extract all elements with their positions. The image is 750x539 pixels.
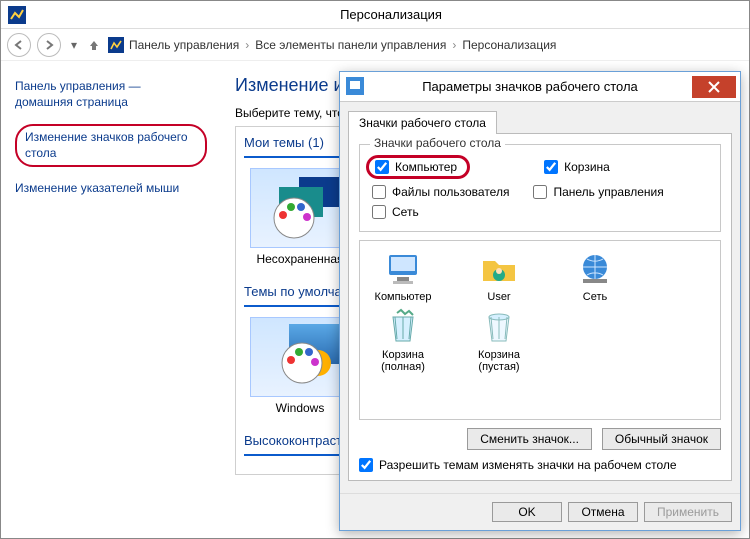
cancel-button[interactable]: Отмена — [568, 502, 638, 522]
icon-recycle-empty[interactable]: Корзина (пустая) — [464, 307, 534, 373]
ok-button[interactable]: OK — [492, 502, 562, 522]
theme-label: Windows — [250, 401, 350, 415]
dialog-title: Параметры значков рабочего стола — [372, 79, 688, 94]
icon-button-row: Сменить значок... Обычный значок — [359, 428, 721, 450]
chevron-right-icon: › — [245, 38, 249, 52]
palette-icon — [271, 195, 317, 241]
icon-well[interactable]: Компьютер User Сеть Корзина (полная) Кор… — [359, 240, 721, 420]
theme-unsaved[interactable]: Несохраненная — [250, 168, 350, 266]
button-default-icon[interactable]: Обычный значок — [602, 428, 721, 450]
globe-icon — [575, 249, 615, 289]
breadcrumb: Панель управления › Все элементы панели … — [107, 36, 556, 54]
highlight-computer: Компьютер — [366, 155, 470, 179]
sidebar-pointers-link[interactable]: Изменение указателей мыши — [15, 181, 207, 197]
checkbox-allow-themes[interactable]: Разрешить темам изменять значки на рабоч… — [359, 458, 721, 472]
group-desktop-icons: Значки рабочего стола Компьютер Корзина — [359, 144, 721, 232]
sidebar-desktop-icons-link[interactable]: Изменение значков рабочего стола — [15, 124, 207, 167]
computer-icon — [383, 249, 423, 289]
window-title: Персонализация — [33, 7, 749, 22]
apply-button[interactable]: Применить — [644, 502, 732, 522]
app-icon — [7, 5, 27, 25]
up-button[interactable] — [87, 33, 101, 57]
close-button[interactable] — [692, 76, 736, 98]
breadcrumb-leaf[interactable]: Персонализация — [462, 38, 556, 52]
checkbox-userfiles[interactable]: Файлы пользователя — [372, 185, 509, 199]
folder-icon — [479, 249, 519, 289]
history-dropdown[interactable]: ▾ — [67, 33, 81, 57]
checkbox-computer[interactable]: Компьютер — [375, 160, 457, 174]
sidebar: Панель управления — домашняя страница Из… — [1, 61, 221, 538]
icon-computer[interactable]: Компьютер — [368, 249, 438, 303]
checkbox-control-panel[interactable]: Панель управления — [533, 185, 663, 199]
window-titlebar: Персонализация — [1, 1, 749, 29]
nav-bar: ▾ Панель управления › Все элементы панел… — [1, 29, 749, 61]
close-icon — [708, 81, 720, 93]
icon-user[interactable]: User — [464, 249, 534, 303]
panel-icon — [107, 36, 125, 54]
bin-full-icon — [383, 307, 423, 347]
tab-strip: Значки рабочего стола — [348, 110, 732, 133]
breadcrumb-mid[interactable]: Все элементы панели управления — [255, 38, 446, 52]
desktop-icons-dialog: Параметры значков рабочего стола Значки … — [339, 71, 741, 531]
dialog-icon — [346, 77, 366, 97]
dialog-titlebar: Параметры значков рабочего стола — [340, 72, 740, 102]
icon-recycle-full[interactable]: Корзина (полная) — [368, 307, 438, 373]
back-button[interactable] — [7, 33, 31, 57]
tab-panel: Значки рабочего стола Компьютер Корзина — [348, 133, 732, 481]
breadcrumb-label: Панель управления — [129, 38, 239, 52]
checkbox-recycle[interactable]: Корзина — [544, 155, 610, 179]
icon-network[interactable]: Сеть — [560, 249, 630, 303]
theme-windows[interactable]: Windows — [250, 317, 350, 415]
breadcrumb-root[interactable]: Панель управления — [107, 36, 239, 54]
theme-label: Несохраненная — [250, 252, 350, 266]
dialog-body: Значки рабочего стола Значки рабочего ст… — [340, 102, 740, 493]
checkbox-network[interactable]: Сеть — [372, 205, 708, 219]
palette-icon — [279, 340, 325, 386]
forward-button[interactable] — [37, 33, 61, 57]
bin-empty-icon — [479, 307, 519, 347]
chevron-right-icon: › — [452, 38, 456, 52]
group-legend: Значки рабочего стола — [370, 136, 505, 150]
tab-desktop-icons[interactable]: Значки рабочего стола — [348, 111, 497, 134]
dialog-footer: OK Отмена Применить — [340, 493, 740, 530]
sidebar-home-link[interactable]: Панель управления — домашняя страница — [15, 79, 207, 110]
button-change-icon[interactable]: Сменить значок... — [467, 428, 592, 450]
